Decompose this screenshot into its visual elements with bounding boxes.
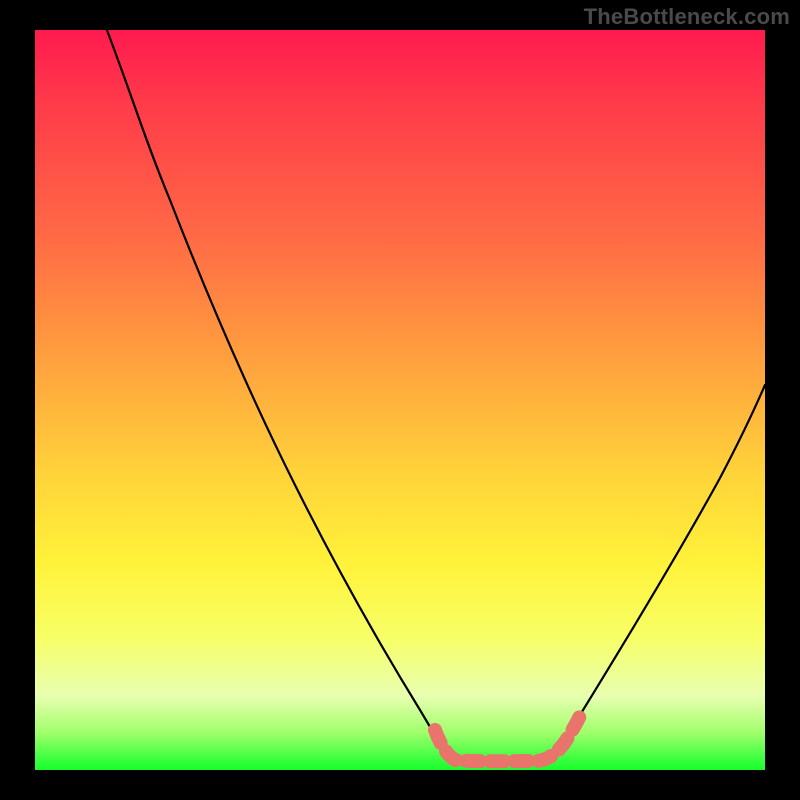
chart-frame: TheBottleneck.com: [0, 0, 800, 800]
curve-optimal-band: [435, 710, 583, 761]
plot-area: [35, 30, 765, 770]
curve-main: [105, 25, 765, 760]
chart-svg: [35, 30, 765, 770]
watermark-text: TheBottleneck.com: [584, 4, 790, 30]
